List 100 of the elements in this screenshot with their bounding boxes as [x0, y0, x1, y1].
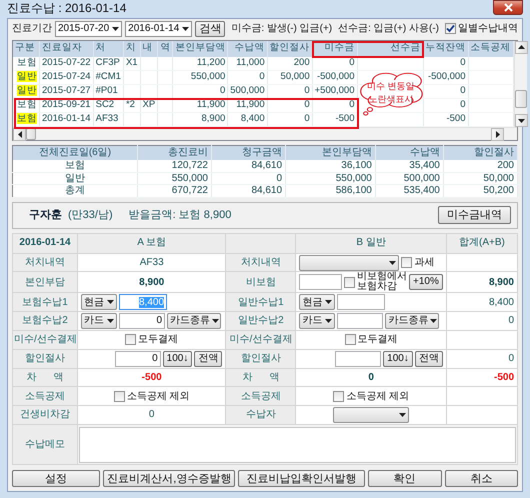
table-cell: 0	[172, 84, 228, 99]
total-value: 0	[508, 315, 514, 326]
dropdown[interactable]	[299, 254, 400, 271]
scroll-right-button[interactable]	[491, 128, 504, 141]
action-button[interactable]: 취소	[444, 470, 518, 487]
caret-icon	[106, 300, 114, 304]
close-button[interactable]	[493, 0, 523, 15]
checkbox[interactable]	[445, 23, 456, 34]
dropdown[interactable]: 카드	[81, 313, 118, 330]
action-button[interactable]: 확인	[368, 470, 442, 487]
table-cell: 0	[423, 56, 468, 71]
caret-icon	[398, 413, 406, 418]
table-cell: 550,000	[286, 172, 376, 185]
value-text: -500	[142, 372, 162, 384]
callout-text: 노란색표시	[368, 92, 414, 105]
memo-field[interactable]	[79, 426, 516, 462]
checkbox-label: 모두결제	[358, 334, 398, 346]
table-cell: 2016-01-14	[40, 112, 94, 127]
legend-text: 미수금: 발생(-) 입금(+)	[231, 22, 332, 34]
input-field[interactable]	[335, 350, 382, 367]
action-button[interactable]: 진료비계산서,영수증발행	[103, 470, 236, 487]
total-value: -500	[494, 372, 514, 383]
table-cell: 670,722	[137, 184, 212, 198]
up-arrow-icon	[518, 45, 524, 50]
caret-icon	[182, 26, 189, 31]
scroll-up-button[interactable]	[514, 40, 528, 54]
column-header: 할인절사	[443, 146, 518, 160]
dropdown[interactable]: 2016-01-14	[125, 20, 192, 37]
column-header: 진료일자	[40, 40, 94, 57]
checkbox[interactable]	[344, 334, 356, 346]
dropdown[interactable]: 2015-07-20	[55, 20, 122, 37]
table-cell: 0	[423, 84, 468, 99]
dropdown[interactable]: 카드종류	[385, 313, 440, 330]
table-cell: 8,900	[172, 112, 228, 127]
table-cell: 0	[312, 56, 357, 71]
checkbox[interactable]	[344, 276, 355, 288]
table-cell: 50,000	[443, 172, 518, 185]
field-label: 할인절사	[12, 349, 78, 368]
patient-info: (만33/남)	[68, 208, 113, 222]
small-button[interactable]: 전액	[194, 350, 222, 367]
input-field[interactable]	[337, 313, 384, 330]
input-field[interactable]: 0	[119, 313, 166, 330]
legend-text: 선수금: 입금(+) 사용(-)	[338, 22, 439, 34]
field-label: 소득공제	[226, 386, 296, 406]
table-cell: 11,900	[228, 98, 268, 113]
scroll-down-button[interactable]	[514, 114, 528, 128]
field-label: 차 액	[226, 368, 296, 387]
dropdown[interactable]: 현금	[299, 294, 336, 310]
small-button[interactable]: +10%	[408, 274, 443, 290]
column-header: 청구금액	[211, 146, 286, 160]
table-cell: 535,400	[375, 184, 444, 198]
scroll-thumb[interactable]	[514, 90, 526, 108]
column-header: 내	[140, 40, 158, 57]
dropdown[interactable]	[333, 407, 410, 424]
table-cell: 총계	[12, 184, 138, 198]
table-cell: 보험	[17, 99, 37, 110]
checkbox-label: 모두결제	[138, 334, 178, 346]
dropdown[interactable]: 카드종류	[167, 313, 222, 330]
dropdown[interactable]: 카드	[299, 313, 336, 330]
close-icon	[504, 2, 512, 12]
action-button[interactable]: 설정	[12, 470, 100, 487]
checkbox[interactable]	[125, 334, 136, 346]
input-field[interactable]: 0	[114, 350, 161, 367]
dropdown[interactable]: 현금	[81, 294, 118, 310]
input-field[interactable]	[337, 294, 386, 310]
small-button[interactable]: 100↓	[162, 350, 192, 367]
checkbox-label: 소득공제 제외	[126, 390, 190, 402]
column-header: 처	[93, 40, 124, 57]
small-button[interactable]: 100↓	[383, 350, 413, 367]
total-value: 8,400	[488, 296, 514, 308]
checkbox[interactable]	[401, 257, 412, 268]
unpaid-history-button[interactable]: 미수금내역	[438, 206, 511, 224]
action-button[interactable]: 진료비납입확인서발행	[238, 470, 365, 487]
checkbox[interactable]	[333, 390, 344, 402]
column-header: 구분	[13, 40, 40, 57]
table-cell: 200	[267, 56, 312, 71]
checkbox-label: 소득공제 제외	[346, 390, 410, 402]
table-cell: 500,000	[375, 172, 444, 185]
caret-icon	[430, 319, 437, 324]
table-cell: 11,200	[172, 56, 228, 71]
table-cell: 0	[312, 98, 357, 113]
table-cell: 35,400	[375, 160, 444, 172]
table-cell: 50,000	[267, 70, 312, 85]
column-header: 누적잔액	[423, 40, 468, 57]
down-arrow-icon	[518, 118, 524, 123]
table-cell: 2015-09-21	[40, 98, 94, 113]
column-header: 총진료비	[137, 146, 212, 160]
input-field[interactable]	[299, 274, 342, 290]
table-cell: 84,610	[211, 160, 286, 172]
table-cell: 일반	[17, 71, 37, 82]
field-label: 수납자	[226, 406, 296, 424]
scroll-thumb[interactable]	[26, 128, 36, 140]
table-cell: 0	[267, 112, 312, 127]
checkbox[interactable]	[114, 390, 125, 402]
table-cell: -500,000	[312, 70, 357, 85]
search-button[interactable]: 검색	[195, 20, 226, 37]
small-button[interactable]: 전액	[414, 350, 443, 367]
table-cell: +500,000	[312, 84, 357, 99]
field-label: 보험수납1	[12, 292, 78, 312]
table-cell: AF33	[93, 112, 124, 127]
